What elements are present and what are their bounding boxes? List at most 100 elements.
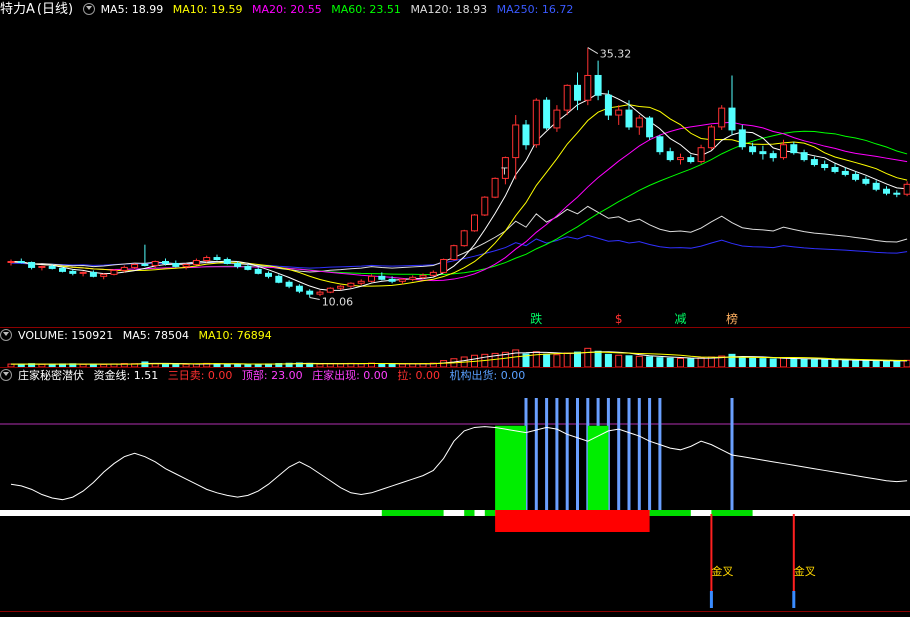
volume-bar xyxy=(749,357,757,367)
top-signal-bar xyxy=(545,398,549,510)
candle-body xyxy=(265,272,272,277)
candle-body xyxy=(234,262,242,267)
candle-body xyxy=(522,124,530,146)
candlestick-chart[interactable]: 35.32 10.06 T 跌 $ 减 榜 xyxy=(0,20,910,328)
volume-bar xyxy=(563,352,571,367)
status-strip-green xyxy=(649,510,691,516)
candle-body xyxy=(182,263,190,267)
settings-dropdown-icon[interactable] xyxy=(82,3,95,15)
volume-bar xyxy=(697,357,705,367)
ma10-line xyxy=(10,104,908,287)
candle-body xyxy=(28,261,36,268)
signal-label: 减 xyxy=(674,312,686,326)
candle-body xyxy=(429,271,437,276)
candle-body xyxy=(574,84,581,101)
volume-bar xyxy=(677,357,684,367)
volume-bar xyxy=(666,357,674,367)
volume-ma10: MA10: 76894 xyxy=(198,329,272,342)
indicator-settings-icon[interactable] xyxy=(0,369,12,381)
candle-body xyxy=(903,183,910,195)
signal-label: 榜 xyxy=(726,311,738,326)
candle-body xyxy=(831,166,839,172)
top-signal-bar xyxy=(627,398,631,510)
indicator-header: 庄家秘密潜伏 资金线: 1.51 三日卖: 0.00 顶部: 23.00 庄家出… xyxy=(0,367,531,385)
candle-body xyxy=(213,257,221,261)
top-signal-bar xyxy=(637,398,641,510)
candle-body xyxy=(687,157,695,163)
indicator-name[interactable]: 庄家秘密潜伏 xyxy=(18,369,84,382)
candle-body xyxy=(604,94,612,116)
volume-bar xyxy=(841,359,849,367)
candle-body xyxy=(460,230,468,247)
candle-body xyxy=(584,74,592,101)
status-strip xyxy=(0,510,910,516)
candle-body xyxy=(89,271,97,277)
candle-body xyxy=(378,275,386,280)
candle-body xyxy=(275,275,283,283)
top-signal-bar xyxy=(534,398,538,510)
top-value: 顶部: 23.00 xyxy=(241,369,303,382)
candle-body xyxy=(419,274,427,278)
candle-body xyxy=(244,265,252,270)
fund-line xyxy=(10,426,908,501)
volume-settings-icon[interactable] xyxy=(0,329,12,341)
ma5-value: MA5: 18.99 xyxy=(100,3,164,16)
candle-body xyxy=(409,276,417,280)
volume-bar xyxy=(615,354,623,367)
top-signal-bar xyxy=(576,398,579,510)
volume-bar xyxy=(738,356,746,367)
candle-body xyxy=(203,257,211,262)
volume-chart[interactable] xyxy=(0,345,910,367)
volume-bar xyxy=(903,359,910,367)
candle-body xyxy=(357,280,365,284)
volume-bar xyxy=(646,356,654,367)
signal-label: 跌 xyxy=(530,311,542,326)
status-strip-green xyxy=(711,510,753,516)
candle-body xyxy=(141,263,149,266)
volume-bar xyxy=(594,350,602,367)
ma10-value: MA10: 19.59 xyxy=(172,3,243,16)
candle-body xyxy=(316,291,324,295)
candle-body xyxy=(368,275,375,282)
candle-body xyxy=(285,281,293,287)
ma5-line xyxy=(10,92,908,291)
candle-body xyxy=(48,265,56,269)
candle-body xyxy=(646,117,654,138)
top-signal-bar xyxy=(555,398,559,510)
candle-body xyxy=(100,273,108,277)
ma60-value: MA60: 23.51 xyxy=(331,3,401,16)
candle-body xyxy=(347,282,355,287)
status-strip-green xyxy=(381,510,444,516)
volume-bar xyxy=(656,357,664,367)
candle-body xyxy=(326,287,334,293)
golden-cross-label: 金叉 xyxy=(711,564,733,578)
volume-bar xyxy=(790,358,798,367)
candle-body xyxy=(79,271,87,274)
candle-body xyxy=(883,188,890,194)
top-signal-bar xyxy=(565,398,569,510)
indicator-chart[interactable]: 金叉 金叉 xyxy=(0,386,910,611)
candle-body xyxy=(841,170,849,175)
volume-bar xyxy=(728,353,736,367)
volume-bar xyxy=(831,359,839,367)
candle-body xyxy=(481,196,489,216)
ma250-value: MA250: 16.72 xyxy=(496,3,574,16)
candle-body xyxy=(223,259,231,264)
ma20-line xyxy=(10,121,908,282)
volume-bar xyxy=(532,351,540,367)
candle-body xyxy=(440,259,448,273)
candle-body xyxy=(120,266,128,271)
pull-value: 拉: 0.00 xyxy=(397,369,441,382)
price-header: 特力A (日线) MA5: 18.99 MA10: 19.59 MA20: 20.… xyxy=(0,1,579,19)
candle-body xyxy=(862,178,870,184)
candle-body xyxy=(38,265,46,268)
candle-body xyxy=(738,129,746,148)
candle-body xyxy=(306,290,314,295)
stock-name[interactable]: 特力A xyxy=(0,2,35,17)
candle-body xyxy=(388,278,396,282)
top-signal-bar xyxy=(658,398,662,510)
volume-value: VOLUME: 150921 xyxy=(18,329,114,342)
candle-body xyxy=(162,260,169,264)
golden-cross-label: 金叉 xyxy=(794,564,816,578)
volume-bar xyxy=(800,358,808,367)
